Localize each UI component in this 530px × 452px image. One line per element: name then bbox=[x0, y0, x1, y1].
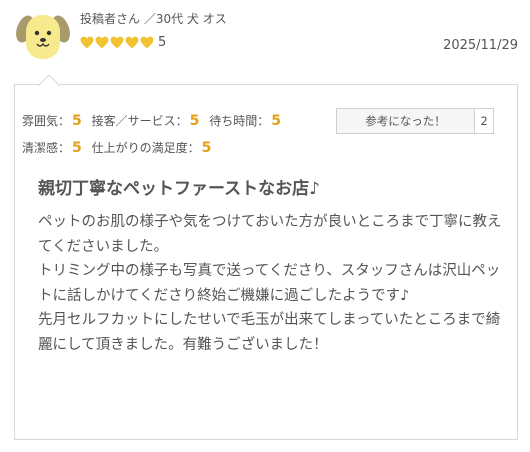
author-meta: ／30代 犬 オス bbox=[143, 12, 227, 26]
score-label: 清潔感 bbox=[22, 141, 59, 155]
rating-value: 5 bbox=[158, 35, 167, 50]
review-paragraph: ペットのお肌の様子や気をつけておいた方が良いところまで丁寧に教えてくださいました… bbox=[38, 214, 502, 255]
review-paragraph: 先月セルフカットにしたせいで毛玉が出来てしまっていたところまで綺麗にして頂きまし… bbox=[38, 312, 501, 353]
review-body: ペットのお肌の様子や気をつけておいた方が良いところまで丁寧に教えてくださいました… bbox=[38, 210, 502, 357]
score-label: 雰囲気 bbox=[22, 114, 59, 128]
score-value: 5 bbox=[72, 140, 82, 156]
score-item-waiting-time: 待ち時間： 5 bbox=[209, 113, 281, 129]
dog-avatar-icon bbox=[16, 15, 70, 59]
helpful-button[interactable]: 参考になった！ 2 bbox=[336, 108, 494, 134]
score-item-service: 接客／サービス： 5 bbox=[91, 113, 200, 129]
score-label: 待ち時間 bbox=[209, 114, 258, 128]
post-date: 2025/11/29 bbox=[443, 38, 518, 53]
heart-icon bbox=[95, 36, 109, 49]
overall-rating: 5 bbox=[80, 35, 166, 50]
helpful-button-label[interactable]: 参考になった！ bbox=[337, 109, 474, 133]
score-item-atmosphere: 雰囲気： 5 bbox=[22, 113, 82, 129]
score-value: 5 bbox=[72, 113, 82, 129]
heart-icon bbox=[80, 36, 94, 49]
review-page: 投稿者さん ／30代 犬 オス 5 2025/11/29 雰囲気： 5 接客／サー… bbox=[0, 0, 530, 452]
heart-rating bbox=[80, 36, 154, 49]
score-list: 雰囲気： 5 接客／サービス： 5 待ち時間： 5 清潔感： 5 仕上がりの満足度： 5 bbox=[22, 108, 328, 162]
score-label: 仕上がりの満足度 bbox=[91, 141, 188, 155]
helpful-count: 2 bbox=[474, 109, 493, 133]
score-label: 接客／サービス bbox=[91, 114, 176, 128]
score-item-finish-satisfaction: 仕上がりの満足度： 5 bbox=[91, 140, 212, 156]
score-value: 5 bbox=[201, 140, 212, 156]
review-title: 親切丁寧なペットファーストなお店♪ bbox=[38, 179, 320, 199]
speech-bubble-notch bbox=[38, 75, 60, 86]
score-item-cleanliness: 清潔感： 5 bbox=[22, 140, 82, 156]
heart-icon bbox=[140, 36, 154, 49]
review-paragraph: トリミング中の様子も写真で送ってくださり、スタッフさんは沢山ペットに話しかけてく… bbox=[38, 263, 501, 304]
score-value: 5 bbox=[271, 113, 281, 129]
heart-icon bbox=[110, 36, 124, 49]
author-name: 投稿者さん bbox=[80, 12, 141, 26]
score-value: 5 bbox=[189, 113, 200, 129]
author-info: 投稿者さん ／30代 犬 オス bbox=[80, 10, 227, 27]
heart-icon bbox=[125, 36, 139, 49]
